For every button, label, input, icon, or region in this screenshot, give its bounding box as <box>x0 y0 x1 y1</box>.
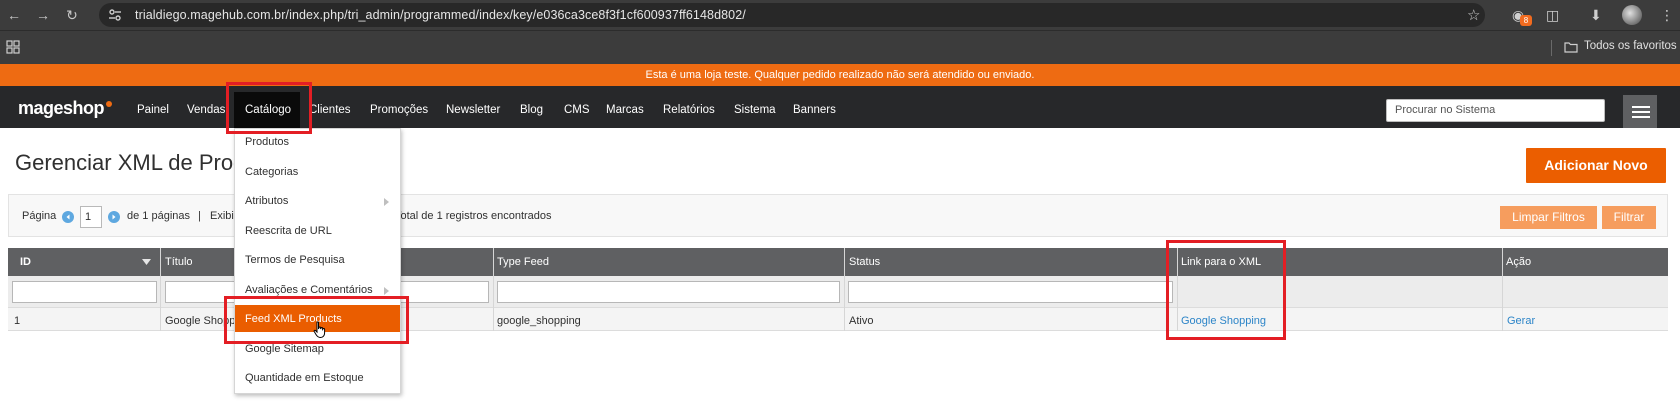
menu-item-produtos[interactable]: Produtos <box>245 136 289 148</box>
prev-page-icon[interactable] <box>62 211 74 223</box>
logo-dot <box>106 101 112 107</box>
clear-filters-button[interactable]: Limpar Filtros <box>1500 206 1597 229</box>
menu-item-termos-pesquisa[interactable]: Termos de Pesquisa <box>245 254 345 266</box>
pager-separator: | <box>198 210 201 222</box>
nav-vendas[interactable]: Vendas <box>187 104 225 116</box>
filter-id-input[interactable] <box>12 281 157 303</box>
column-divider <box>160 248 161 331</box>
global-search-input[interactable]: Procurar no Sistema <box>1386 99 1605 122</box>
column-divider <box>493 248 494 331</box>
menu-item-atributos[interactable]: Atributos <box>245 195 288 207</box>
sort-desc-icon[interactable] <box>142 259 151 265</box>
star-icon[interactable]: ☆ <box>1467 6 1480 24</box>
profile-avatar[interactable] <box>1622 5 1642 25</box>
bookmarks-bar <box>0 30 1680 64</box>
nav-painel[interactable]: Painel <box>137 104 169 116</box>
filter-status-input[interactable] <box>848 281 1173 303</box>
nav-cms[interactable]: CMS <box>564 104 590 116</box>
mageshop-logo[interactable]: mageshop <box>18 98 105 119</box>
nav-clientes[interactable]: Clientes <box>309 104 351 116</box>
filter-type-feed-input[interactable] <box>497 281 840 303</box>
nav-marcas[interactable]: Marcas <box>606 104 644 116</box>
add-new-button[interactable]: Adicionar Novo <box>1526 148 1666 183</box>
next-page-icon[interactable] <box>108 211 120 223</box>
column-divider <box>844 248 845 331</box>
puzzle-icon[interactable]: ◫ <box>1546 6 1559 24</box>
nav-blog[interactable]: Blog <box>520 104 543 116</box>
generate-link[interactable]: Gerar <box>1507 315 1535 327</box>
nav-relatorios[interactable]: Relatórios <box>663 104 715 116</box>
submenu-arrow-icon <box>384 198 389 206</box>
url-text[interactable]: trialdiego.magehub.com.br/index.php/tri_… <box>135 8 746 22</box>
page-label: Página <box>22 210 57 222</box>
extension-badge: 8 <box>1520 15 1532 26</box>
nav-banners[interactable]: Banners <box>793 104 836 116</box>
reload-icon[interactable]: ↻ <box>62 5 82 25</box>
download-icon[interactable]: ⬇ <box>1590 6 1602 24</box>
records-found-label: Total de 1 registros encontrados <box>395 210 552 222</box>
submenu-arrow-icon <box>384 287 389 295</box>
site-info-icon[interactable] <box>108 8 122 22</box>
all-bookmarks-folder[interactable]: Todos os favoritos <box>1584 40 1677 52</box>
cell-type-feed: google_shopping <box>497 315 581 327</box>
forward-icon[interactable]: → <box>33 5 53 25</box>
highlight-box-catalog <box>226 82 312 134</box>
column-header-status[interactable]: Status <box>849 256 880 268</box>
kebab-menu-icon[interactable]: ⋮ <box>1660 6 1674 24</box>
highlight-box-link-xml <box>1166 240 1286 340</box>
apps-grid-icon[interactable] <box>6 40 20 54</box>
back-icon[interactable]: ← <box>4 5 24 25</box>
nav-newsletter[interactable]: Newsletter <box>446 104 500 116</box>
menu-item-quantidade-estoque[interactable]: Quantidade em Estoque <box>245 372 364 384</box>
column-divider <box>1502 248 1503 331</box>
column-header-title[interactable]: Título <box>165 256 193 268</box>
nav-promocoes[interactable]: Promoções <box>370 104 428 116</box>
column-header-action: Ação <box>1506 256 1532 268</box>
nav-sistema[interactable]: Sistema <box>734 104 776 116</box>
menu-item-reescrita-url[interactable]: Reescrita de URL <box>245 225 332 237</box>
filter-button[interactable]: Filtrar <box>1602 206 1656 229</box>
cell-id: 1 <box>14 315 21 327</box>
page-number-input[interactable]: 1 <box>80 206 102 228</box>
hamburger-menu-icon[interactable] <box>1623 95 1657 128</box>
menu-item-google-sitemap[interactable]: Google Sitemap <box>245 343 324 355</box>
bookmarks-divider <box>1551 40 1552 56</box>
of-pages-label: de 1 páginas <box>127 210 190 222</box>
cell-status: Ativo <box>849 315 874 327</box>
column-header-id[interactable]: ID <box>20 256 31 268</box>
highlight-box-feed-xml <box>224 296 409 344</box>
column-header-type-feed[interactable]: Type Feed <box>497 256 549 268</box>
menu-item-avaliacoes[interactable]: Avaliações e Comentários <box>245 284 373 296</box>
menu-item-categorias[interactable]: Categorias <box>245 166 298 178</box>
folder-icon <box>1564 42 1578 53</box>
